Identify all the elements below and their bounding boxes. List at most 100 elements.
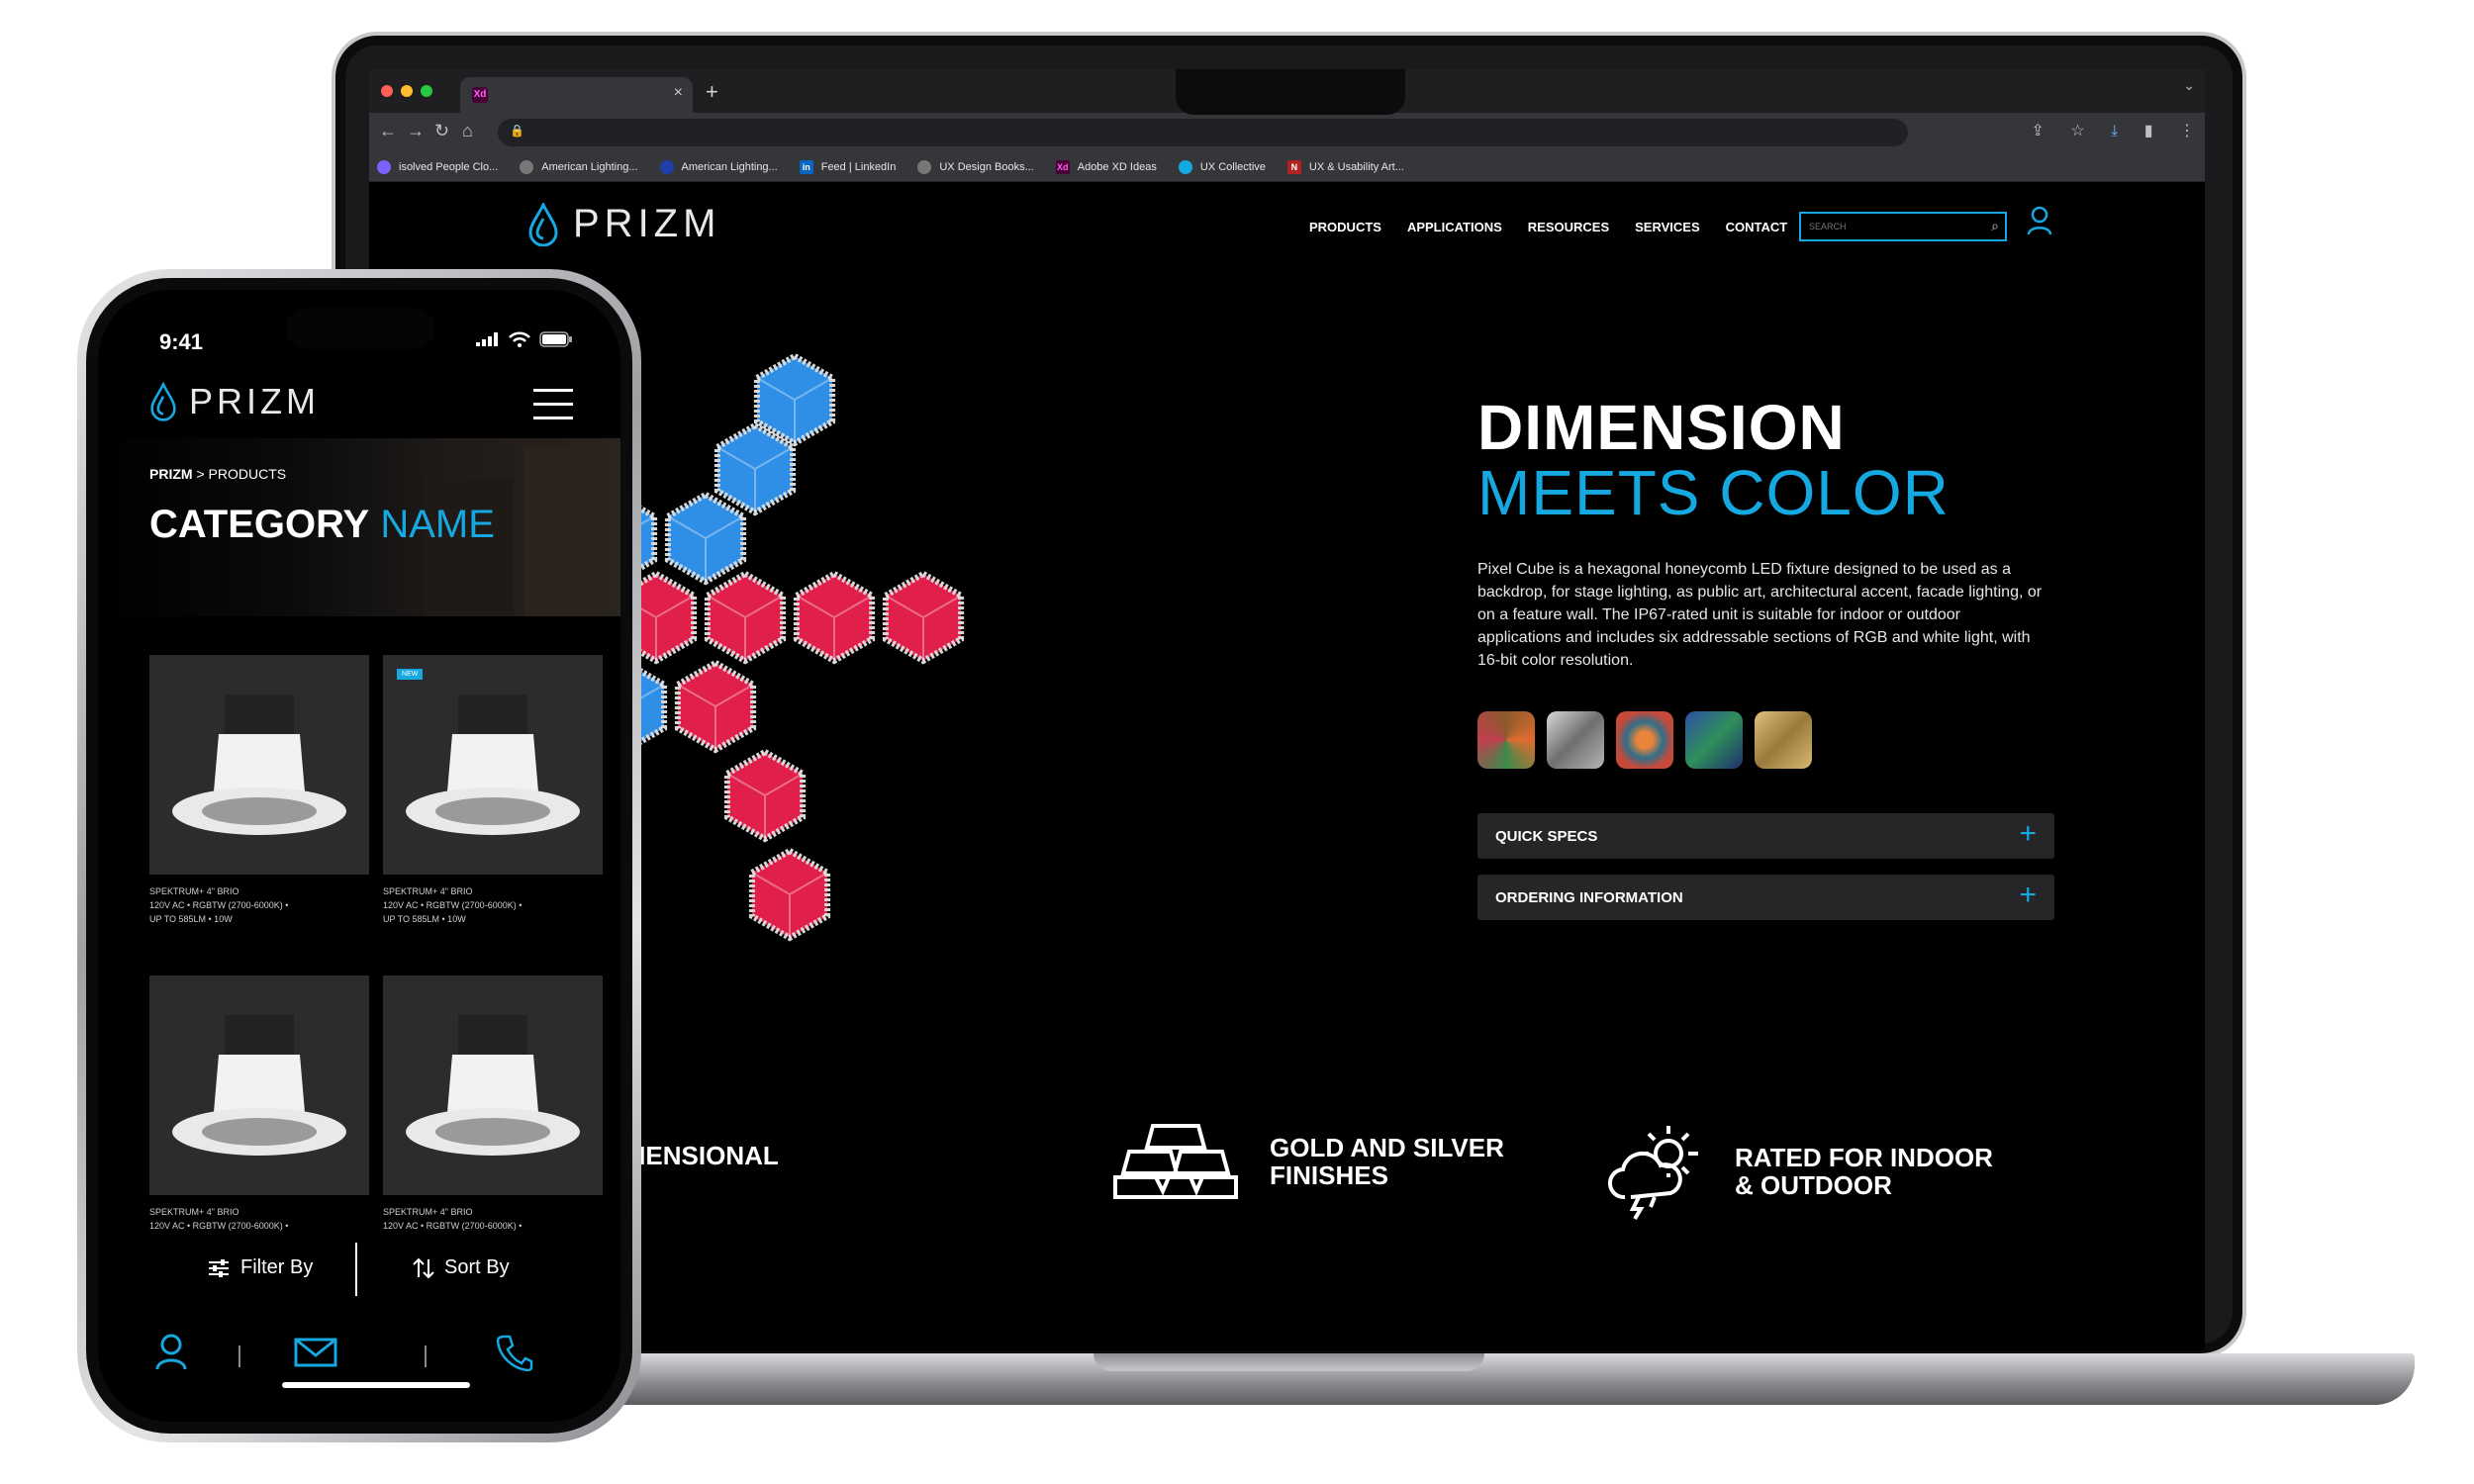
bookmark-label: UX Design Books... xyxy=(939,160,1034,173)
maximize-window-button[interactable] xyxy=(421,85,432,97)
downlight-image xyxy=(172,1015,346,1156)
ordering-info-accordion[interactable]: ORDERING INFORMATION + xyxy=(1477,875,2054,920)
hamburger-menu-icon[interactable] xyxy=(533,389,573,430)
product-name: SPEKTRUM+ 4" BRIO xyxy=(383,1207,473,1217)
bookmark-label: UX & Usability Art... xyxy=(1308,160,1404,173)
download-icon[interactable]: ⤓ xyxy=(2111,123,2118,139)
nav-applications[interactable]: APPLICATIONS xyxy=(1407,220,1502,234)
pixel-cube xyxy=(753,352,836,447)
close-window-button[interactable] xyxy=(381,85,393,97)
bookmark-item[interactable]: UX Design Books... xyxy=(917,159,1034,174)
forward-icon[interactable]: → xyxy=(407,121,425,141)
title-bold: CATEGORY xyxy=(149,503,370,546)
product-name: SPEKTRUM+ 4" BRIO xyxy=(383,886,473,896)
nav-resources[interactable]: RESOURCES xyxy=(1528,220,1609,234)
swatch-blue-green[interactable] xyxy=(1685,711,1743,769)
breadcrumb: PRIZM > PRODUCTS xyxy=(149,466,286,482)
laptop-screen: Xd × + ⌄ ← → ↻ ⌂ 🔒 ⇪ ☆ ⤓ ▮ ⋮ isolved Peo… xyxy=(369,69,2205,1350)
product-name: SPEKTRUM+ 4" BRIO xyxy=(149,1207,239,1217)
bookmark-label: UX Collective xyxy=(1199,160,1266,173)
bookmark-label: Adobe XD Ideas xyxy=(1077,160,1157,173)
swatch-gold[interactable] xyxy=(1755,711,1812,769)
close-tab-icon[interactable]: × xyxy=(674,84,683,102)
nav-products[interactable]: PRODUCTS xyxy=(1309,220,1381,234)
sort-arrows-icon xyxy=(413,1257,434,1278)
bookmark-item[interactable]: N UX & Usability Art... xyxy=(1286,159,1404,174)
nav-contact[interactable]: CONTACT xyxy=(1726,220,1788,234)
bookmark-item[interactable]: in Feed | LinkedIn xyxy=(799,159,897,174)
chevron-down-icon[interactable]: ⌄ xyxy=(2183,77,2195,94)
filter-button[interactable]: Filter By xyxy=(207,1256,313,1279)
account-icon[interactable] xyxy=(155,1334,187,1371)
pixel-cube xyxy=(882,570,965,665)
globe-icon xyxy=(917,159,932,174)
search-icon[interactable]: ⌕ xyxy=(1991,218,1999,234)
feature-indoor-outdoor: RATED FOR INDOOR & OUTDOOR xyxy=(1601,1122,1993,1221)
product-spec: UP TO 585LM • 10W xyxy=(383,914,466,924)
bookmark-item[interactable]: American Lighting... xyxy=(659,159,778,174)
al-icon xyxy=(659,159,674,174)
reload-icon[interactable]: ↻ xyxy=(434,121,449,141)
product-card[interactable] xyxy=(149,975,369,1195)
plus-icon: + xyxy=(2019,817,2037,850)
hero-title-line1: DIMENSION xyxy=(1477,392,1846,463)
brand-name: PRIZM xyxy=(189,381,320,421)
bookmark-item[interactable]: UX Collective xyxy=(1178,159,1266,174)
product-card[interactable] xyxy=(149,655,369,875)
minimize-window-button[interactable] xyxy=(401,85,413,97)
swatch-silver[interactable] xyxy=(1547,711,1604,769)
swatch-pattern[interactable] xyxy=(1616,711,1673,769)
camera-notch xyxy=(1176,69,1405,115)
back-icon[interactable]: ← xyxy=(379,121,397,141)
breadcrumb-root[interactable]: PRIZM xyxy=(149,466,193,482)
plus-icon: + xyxy=(2019,879,2037,911)
sidebar-icon[interactable]: ▮ xyxy=(2144,123,2153,139)
bookmark-label: Feed | LinkedIn xyxy=(820,160,897,173)
new-tab-button[interactable]: + xyxy=(706,79,718,105)
bookmark-item[interactable]: Xd Adobe XD Ideas xyxy=(1055,159,1157,174)
accordion-label: ORDERING INFORMATION xyxy=(1495,889,1683,906)
dynamic-island xyxy=(286,308,434,349)
status-icons xyxy=(476,331,573,347)
address-bar[interactable]: 🔒 xyxy=(498,119,1908,146)
uxc-icon xyxy=(1178,159,1192,174)
product-card[interactable] xyxy=(383,975,603,1195)
browser-tab[interactable]: Xd × xyxy=(460,77,693,113)
bookmark-item[interactable]: American Lighting... xyxy=(520,159,638,174)
bookmark-item[interactable]: isolved People Clo... xyxy=(377,159,499,174)
home-icon[interactable]: ⌂ xyxy=(462,121,473,141)
share-icon[interactable]: ⇪ xyxy=(2032,123,2045,139)
product-spec: 120V AC • RGBTW (2700-6000K) • xyxy=(149,900,289,910)
downlight-image xyxy=(406,695,580,835)
pixel-cube xyxy=(704,570,787,665)
product-card[interactable]: NEW xyxy=(383,655,603,875)
user-icon[interactable] xyxy=(2027,206,2052,235)
accordion-label: QUICK SPECS xyxy=(1495,828,1598,845)
home-indicator xyxy=(282,1382,470,1388)
quick-specs-accordion[interactable]: QUICK SPECS + xyxy=(1477,813,2054,859)
feature-text: RATED FOR INDOOR & OUTDOOR xyxy=(1735,1143,1993,1200)
more-menu-icon[interactable]: ⋮ xyxy=(2179,123,2195,139)
phone-call-icon[interactable] xyxy=(496,1334,533,1371)
bookmark-star-icon[interactable]: ☆ xyxy=(2070,123,2084,139)
site-logo[interactable]: PRIZM xyxy=(527,202,720,246)
lock-icon: 🔒 xyxy=(510,124,524,138)
sort-button[interactable]: Sort By xyxy=(413,1256,510,1279)
title-light: NAME xyxy=(380,503,495,546)
product-info: SPEKTRUM+ 4" BRIO 120V AC • RGBTW (2700-… xyxy=(383,884,522,926)
wifi-icon xyxy=(509,331,530,347)
battery-icon xyxy=(539,331,572,347)
nav-services[interactable]: SERVICES xyxy=(1635,220,1700,234)
isolved-icon xyxy=(377,159,391,174)
bookmarks-bar: isolved People Clo... American Lighting.… xyxy=(369,152,2205,182)
search-input[interactable] xyxy=(1801,214,1969,239)
globe-icon xyxy=(520,159,534,174)
status-time: 9:41 xyxy=(159,329,204,354)
bookmark-label: isolved People Clo... xyxy=(399,160,499,173)
swatch-multicolor[interactable] xyxy=(1477,711,1535,769)
breadcrumb-separator: > xyxy=(192,466,209,482)
linkedin-icon: in xyxy=(799,159,813,174)
phone-logo[interactable]: PRIZM xyxy=(149,381,320,422)
email-icon[interactable] xyxy=(294,1338,337,1367)
pixel-cube xyxy=(793,570,876,665)
